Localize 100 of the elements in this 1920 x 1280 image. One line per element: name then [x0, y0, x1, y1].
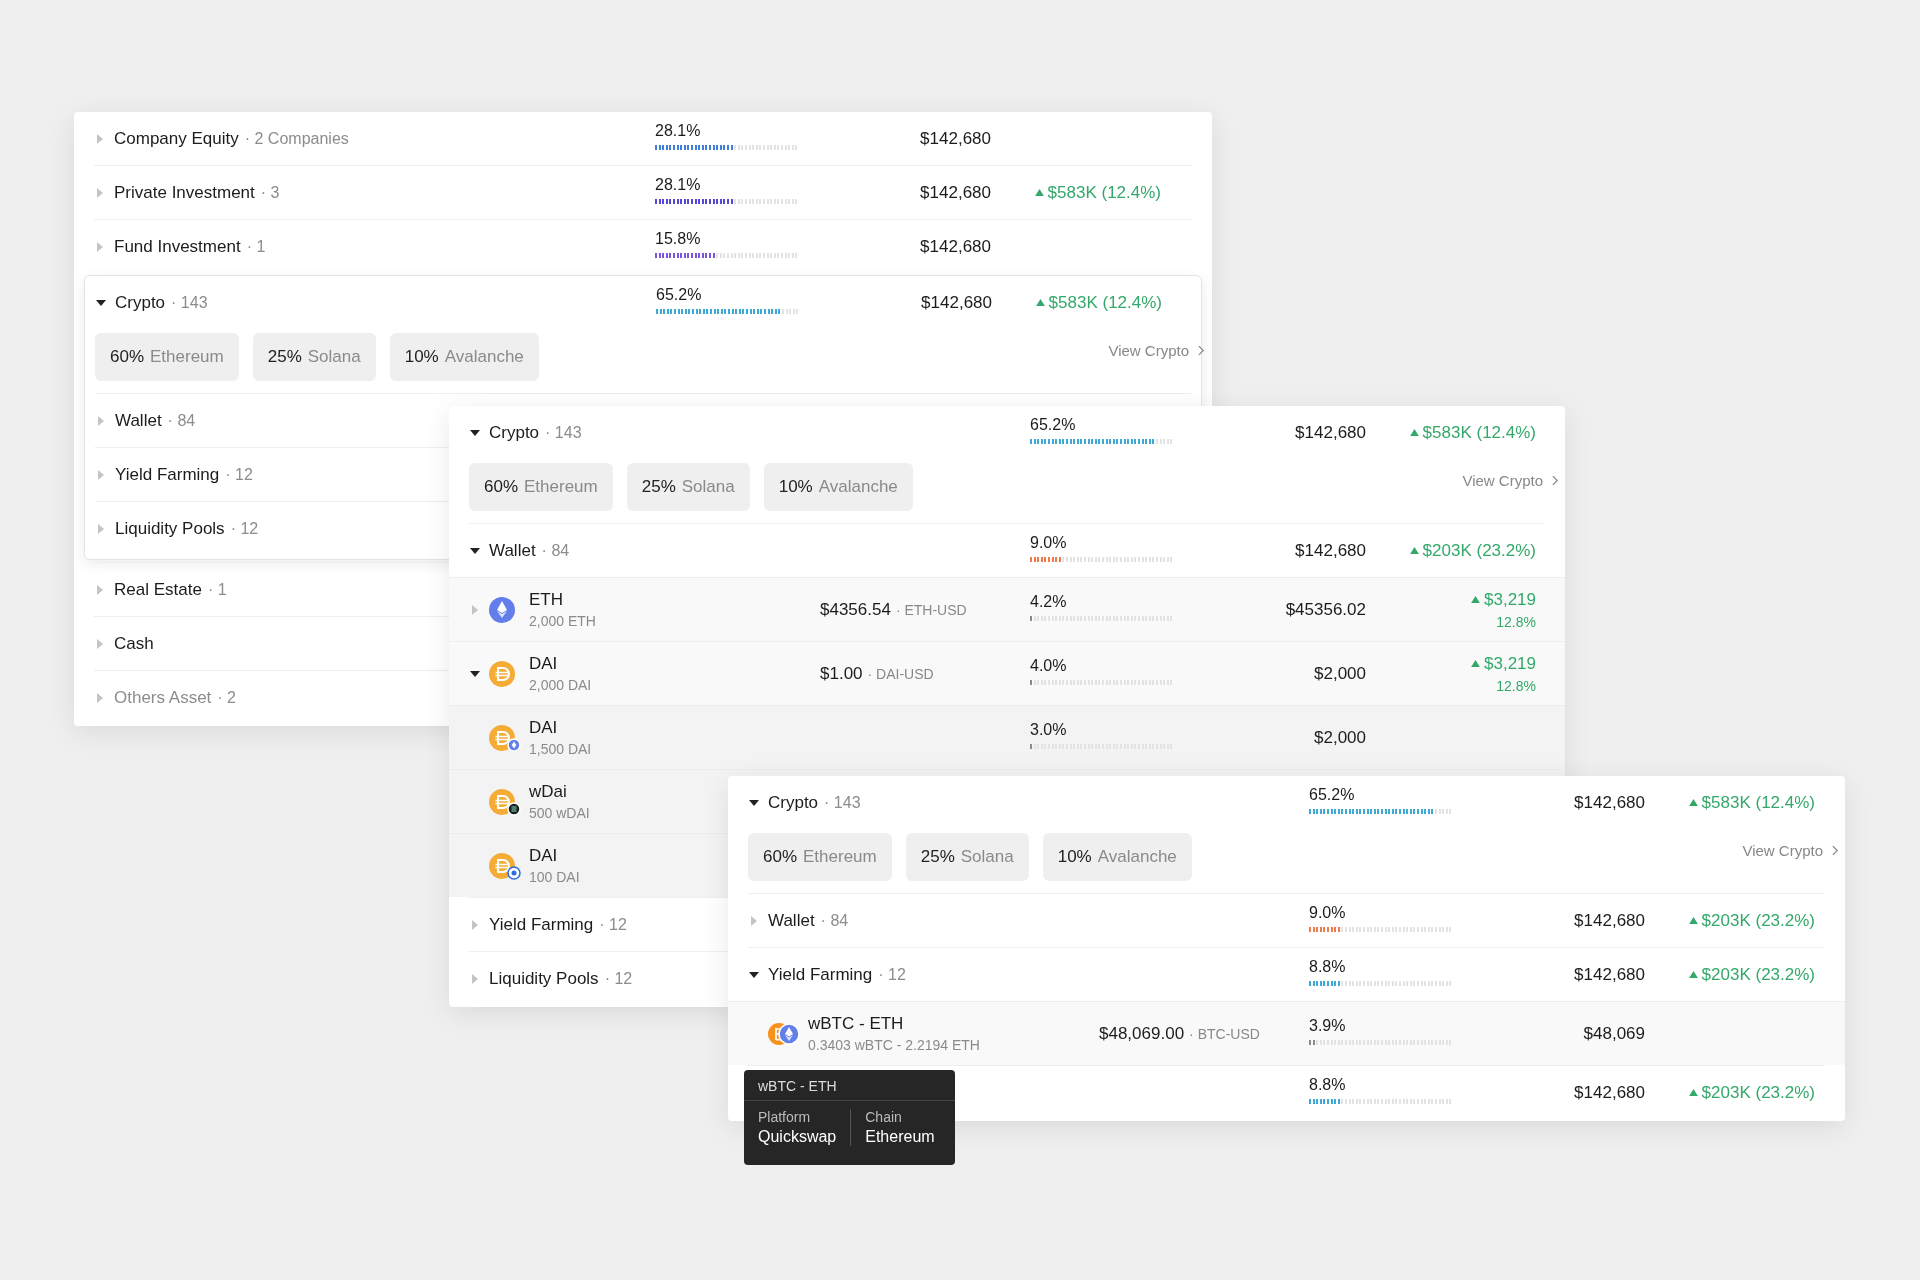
row-label: Crypto	[768, 792, 819, 813]
value: $142,680	[920, 236, 991, 256]
value: $48,069	[1583, 1023, 1645, 1043]
row-count: · 84	[167, 411, 196, 430]
chevron-right-icon	[1552, 474, 1559, 486]
row-label: Others Asset	[114, 687, 212, 708]
row-label: Private Investment	[114, 182, 255, 203]
row-count: · 1	[207, 580, 227, 599]
change-amount: $583K (12.4%)	[1048, 292, 1162, 313]
percentage: 9.0%	[1309, 903, 1347, 922]
pair-label: · ETH-USD	[895, 601, 967, 618]
value: $142,680	[1574, 1082, 1645, 1102]
change-amount: $3,219	[1484, 653, 1536, 674]
change-amount: $583K (12.4%)	[1047, 182, 1161, 203]
row-label: Company Equity	[114, 128, 239, 149]
allocation-chip: 10% Avalanche	[763, 463, 913, 511]
up-triangle-icon	[1409, 429, 1419, 436]
value: $142,680	[1574, 910, 1645, 930]
price: $1.00	[820, 663, 863, 684]
coin-icon	[489, 851, 521, 880]
allocation-chip: 10% Avalanche	[389, 333, 539, 381]
value: $45356.02	[1285, 599, 1366, 619]
row-label: Real Estate	[114, 579, 202, 600]
row-count: · 12	[225, 465, 253, 484]
row-label: Yield Farming	[489, 914, 594, 935]
allocation-chip: 25% Solana	[905, 833, 1029, 881]
up-triangle-icon	[1688, 799, 1698, 806]
change-amount: $203K (23.2%)	[1701, 1082, 1815, 1103]
allocation-chip: 60% Ethereum	[469, 463, 613, 511]
percentage: 8.8%	[1309, 1075, 1347, 1094]
percentage: 8.8%	[1309, 957, 1347, 976]
chevron-right-icon	[1832, 844, 1839, 856]
up-triangle-icon	[1035, 299, 1045, 306]
view-link[interactable]: View Crypto	[1108, 341, 1205, 359]
percentage: 4.2%	[1030, 592, 1068, 611]
change-amount: $583K (12.4%)	[1701, 792, 1815, 813]
view-link[interactable]: View Crypto	[1462, 471, 1559, 489]
up-triangle-icon	[1688, 971, 1698, 978]
up-triangle-icon	[1471, 596, 1480, 603]
change-percent: 12.8%	[1496, 677, 1536, 694]
value: $142,680	[1295, 422, 1366, 442]
value: $142,680	[1295, 540, 1366, 560]
allocation-chip: 25% Solana	[626, 463, 750, 511]
tooltip-label: Chain	[865, 1109, 903, 1125]
holding-amount: 0.3403 wBTC - 2.2194 ETH	[808, 1037, 980, 1053]
up-triangle-icon	[1688, 1089, 1698, 1096]
allocation-chip: 25% Solana	[252, 333, 376, 381]
percentage: 3.9%	[1309, 1016, 1347, 1035]
row-label: DAI	[529, 654, 558, 674]
value: $2,000	[1314, 663, 1366, 683]
change-percent: 12.8%	[1496, 613, 1536, 630]
value: $142,680	[920, 182, 991, 202]
allocation-chip: 60% Ethereum	[748, 833, 892, 881]
pair-label: · DAI-USD	[867, 665, 934, 682]
row-count: · 12	[230, 519, 259, 538]
row-label: Crypto	[115, 292, 166, 313]
row-count: · 1	[246, 237, 266, 256]
coin-icon	[489, 787, 521, 816]
holding-amount: 2,000 DAI	[529, 677, 592, 693]
value: $142,680	[1574, 792, 1645, 812]
row-label: ETH	[529, 590, 563, 610]
change-amount: $203K (23.2%)	[1422, 540, 1536, 561]
value: $142,680	[1574, 964, 1645, 984]
percentage: 15.8%	[655, 229, 702, 248]
percentage: 65.2%	[1030, 415, 1077, 434]
row-count: · 143	[171, 293, 208, 312]
holding-amount: 100 DAI	[529, 869, 580, 885]
tooltip-value: Quickswap	[758, 1128, 837, 1146]
row-label: Liquidity Pools	[489, 968, 599, 989]
row-count: · 12	[604, 969, 633, 988]
row-count: · 84	[541, 541, 570, 560]
pair-label: · BTC-USD	[1189, 1025, 1260, 1042]
percentage: 9.0%	[1030, 533, 1068, 552]
percentage: 4.0%	[1030, 656, 1068, 675]
allocation-chip: 60% Ethereum	[95, 333, 239, 381]
up-triangle-icon	[1471, 660, 1480, 667]
row-count: · 2	[217, 688, 236, 707]
holding-amount: 1,500 DAI	[529, 741, 592, 757]
row-label: wDai	[529, 782, 567, 802]
row-label: wBTC - ETH	[808, 1014, 904, 1034]
holding-amount: 2,000 ETH	[529, 613, 596, 629]
price: $4356.54	[820, 599, 891, 620]
change-amount: $3,219	[1484, 589, 1536, 610]
row-count: · 143	[545, 423, 582, 442]
tooltip-label: Platform	[758, 1109, 812, 1125]
value: $142,680	[921, 292, 992, 312]
row-label: Crypto	[489, 422, 540, 443]
chevron-right-icon	[1198, 344, 1205, 356]
row-label: DAI	[529, 718, 558, 738]
tooltip-value: Ethereum	[865, 1128, 935, 1146]
row-count: · 12	[878, 965, 906, 984]
row-label: Liquidity Pools	[115, 518, 225, 539]
up-triangle-icon	[1409, 547, 1419, 554]
row-label: Wallet	[115, 410, 162, 431]
change-amount: $203K (23.2%)	[1701, 964, 1815, 985]
row-label: Yield Farming	[115, 464, 220, 485]
percentage: 28.1%	[655, 175, 702, 194]
view-link[interactable]: View Crypto	[1742, 841, 1839, 859]
change-amount: $203K (23.2%)	[1701, 910, 1815, 931]
up-triangle-icon	[1034, 189, 1044, 196]
